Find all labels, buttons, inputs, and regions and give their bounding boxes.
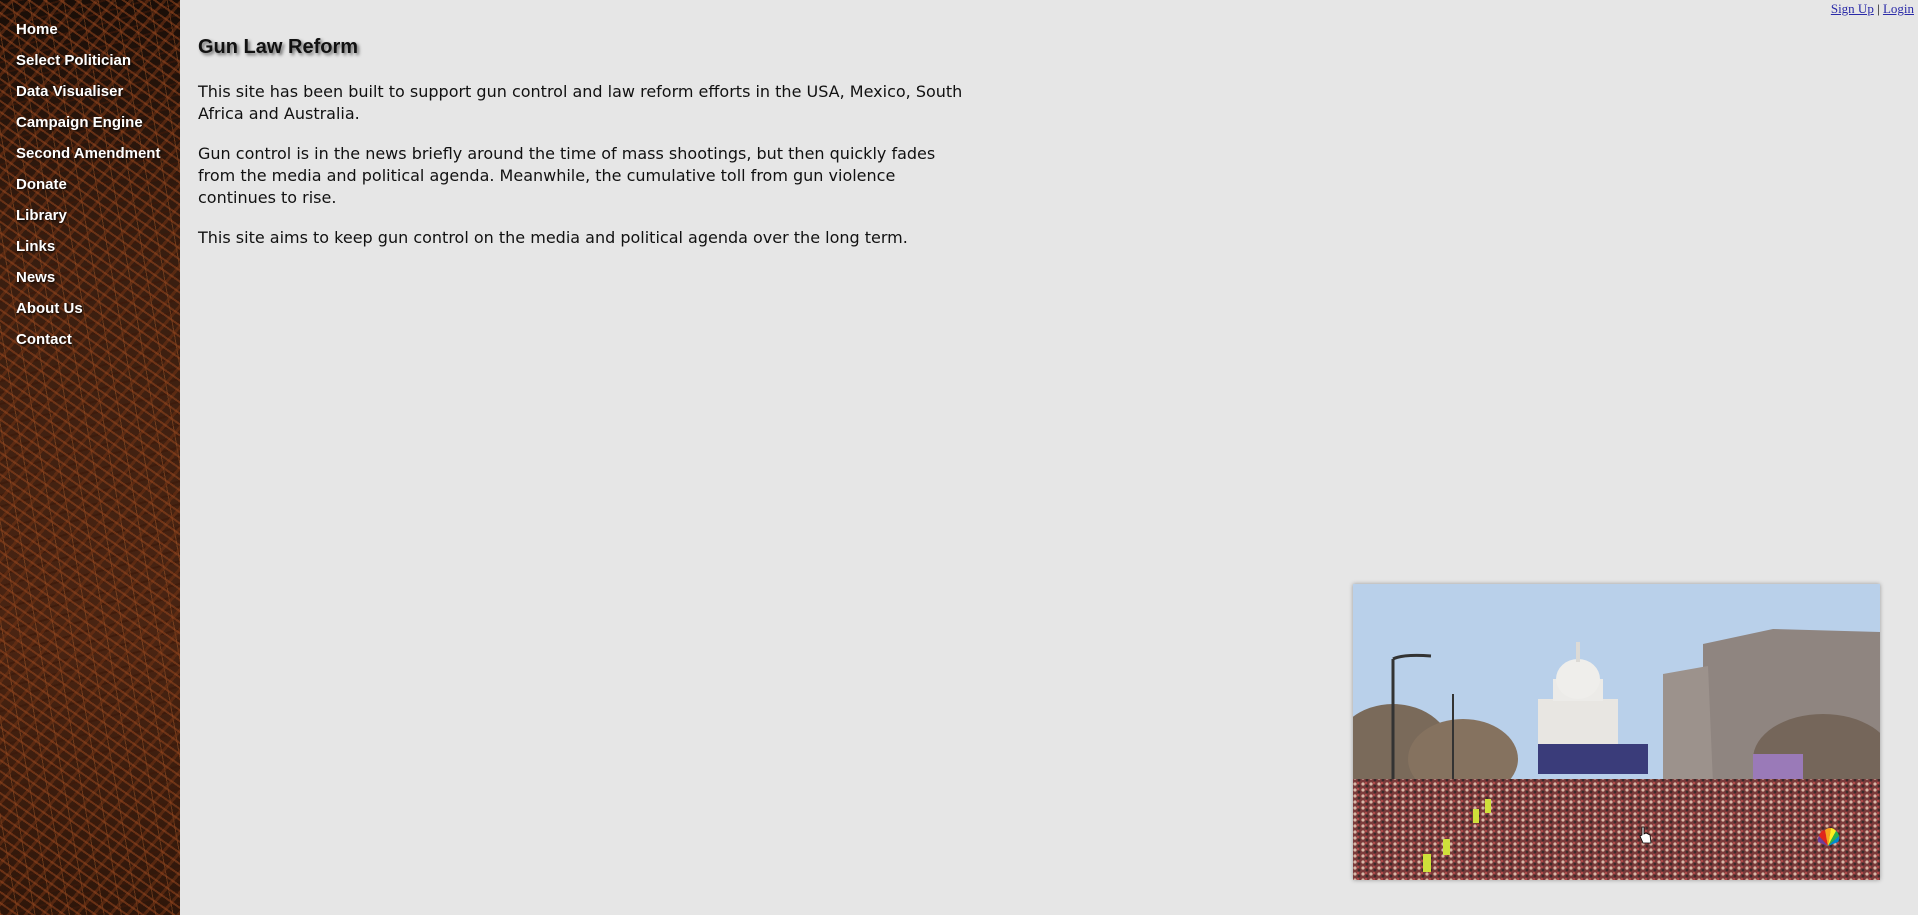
nav-item-about-us: About Us xyxy=(16,297,180,328)
capitol-base xyxy=(1538,699,1618,749)
main-content: Gun Law Reform This site has been built … xyxy=(198,36,968,267)
nav-link-campaign-engine[interactable]: Campaign Engine xyxy=(16,114,143,131)
nav-link-links[interactable]: Links xyxy=(16,238,55,255)
nav-item-campaign-engine: Campaign Engine xyxy=(16,111,180,142)
rally-video-frame xyxy=(1353,584,1880,880)
news-paragraph: Gun control is in the news briefly aroun… xyxy=(198,144,936,207)
police-4 xyxy=(1443,839,1450,855)
nav-link-home[interactable]: Home xyxy=(16,21,58,38)
jumbo-screen xyxy=(1753,754,1803,782)
nav-link-donate[interactable]: Donate xyxy=(16,176,67,193)
crowd-texture xyxy=(1353,779,1880,880)
aim-paragraph: This site aims to keep gun control on th… xyxy=(198,228,908,247)
stage xyxy=(1538,744,1648,774)
nav-item-home: Home xyxy=(16,18,180,49)
capitol-spire xyxy=(1576,642,1580,662)
capitol-dome xyxy=(1556,659,1600,699)
video-player[interactable] xyxy=(1353,584,1880,880)
nav-link-library[interactable]: Library xyxy=(16,207,67,224)
nav-item-links: Links xyxy=(16,235,180,266)
main-nav: Home Select Politician Data Visualiser C… xyxy=(0,0,180,359)
nav-item-donate: Donate xyxy=(16,173,180,204)
nav-item-library: Library xyxy=(16,204,180,235)
login-link[interactable]: Login xyxy=(1883,1,1914,16)
police-3 xyxy=(1423,854,1431,872)
auth-links: Sign Up | Login xyxy=(1831,1,1914,17)
signup-link[interactable]: Sign Up xyxy=(1831,1,1874,16)
intro-paragraph: This site has been built to support gun … xyxy=(198,82,963,123)
page-title: Gun Law Reform xyxy=(198,36,359,58)
auth-separator: | xyxy=(1877,1,1880,16)
nav-link-data-visualiser[interactable]: Data Visualiser xyxy=(16,83,123,100)
nav-item-data-visualiser: Data Visualiser xyxy=(16,80,180,111)
sidebar: Home Select Politician Data Visualiser C… xyxy=(0,0,180,915)
nav-item-second-amendment: Second Amendment xyxy=(16,142,180,173)
nav-link-second-amendment[interactable]: Second Amendment xyxy=(16,145,160,162)
nav-link-news[interactable]: News xyxy=(16,269,55,286)
nav-link-about-us[interactable]: About Us xyxy=(16,300,83,317)
nav-link-contact[interactable]: Contact xyxy=(16,331,72,348)
nav-item-news: News xyxy=(16,266,180,297)
police-1 xyxy=(1473,809,1479,823)
nav-link-select-politician[interactable]: Select Politician xyxy=(16,52,131,69)
building-right-2 xyxy=(1663,666,1713,784)
nav-item-contact: Contact xyxy=(16,328,180,359)
nav-item-select-politician: Select Politician xyxy=(16,49,180,80)
police-2 xyxy=(1485,799,1491,813)
